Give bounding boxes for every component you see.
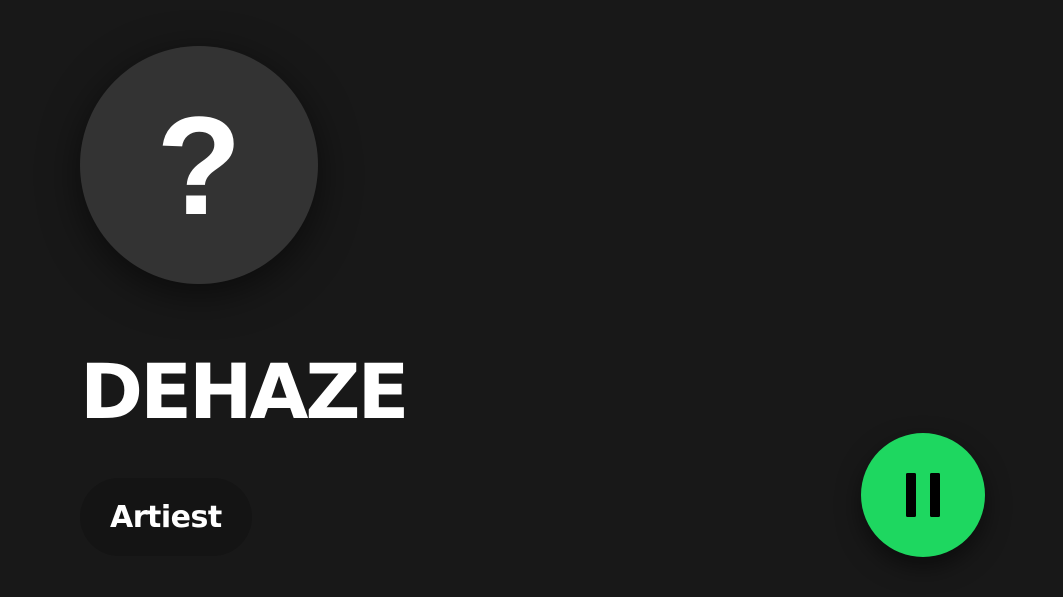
artist-card[interactable]: ? DEHAZE Artiest bbox=[0, 0, 1063, 597]
question-mark-icon: ? bbox=[156, 87, 242, 244]
artist-type-badge: Artiest bbox=[80, 478, 252, 556]
pause-icon bbox=[906, 473, 940, 517]
artist-name: DEHAZE bbox=[80, 347, 409, 436]
artist-avatar: ? bbox=[80, 46, 318, 284]
pause-button[interactable] bbox=[861, 433, 985, 557]
artist-type-label: Artiest bbox=[110, 499, 222, 535]
